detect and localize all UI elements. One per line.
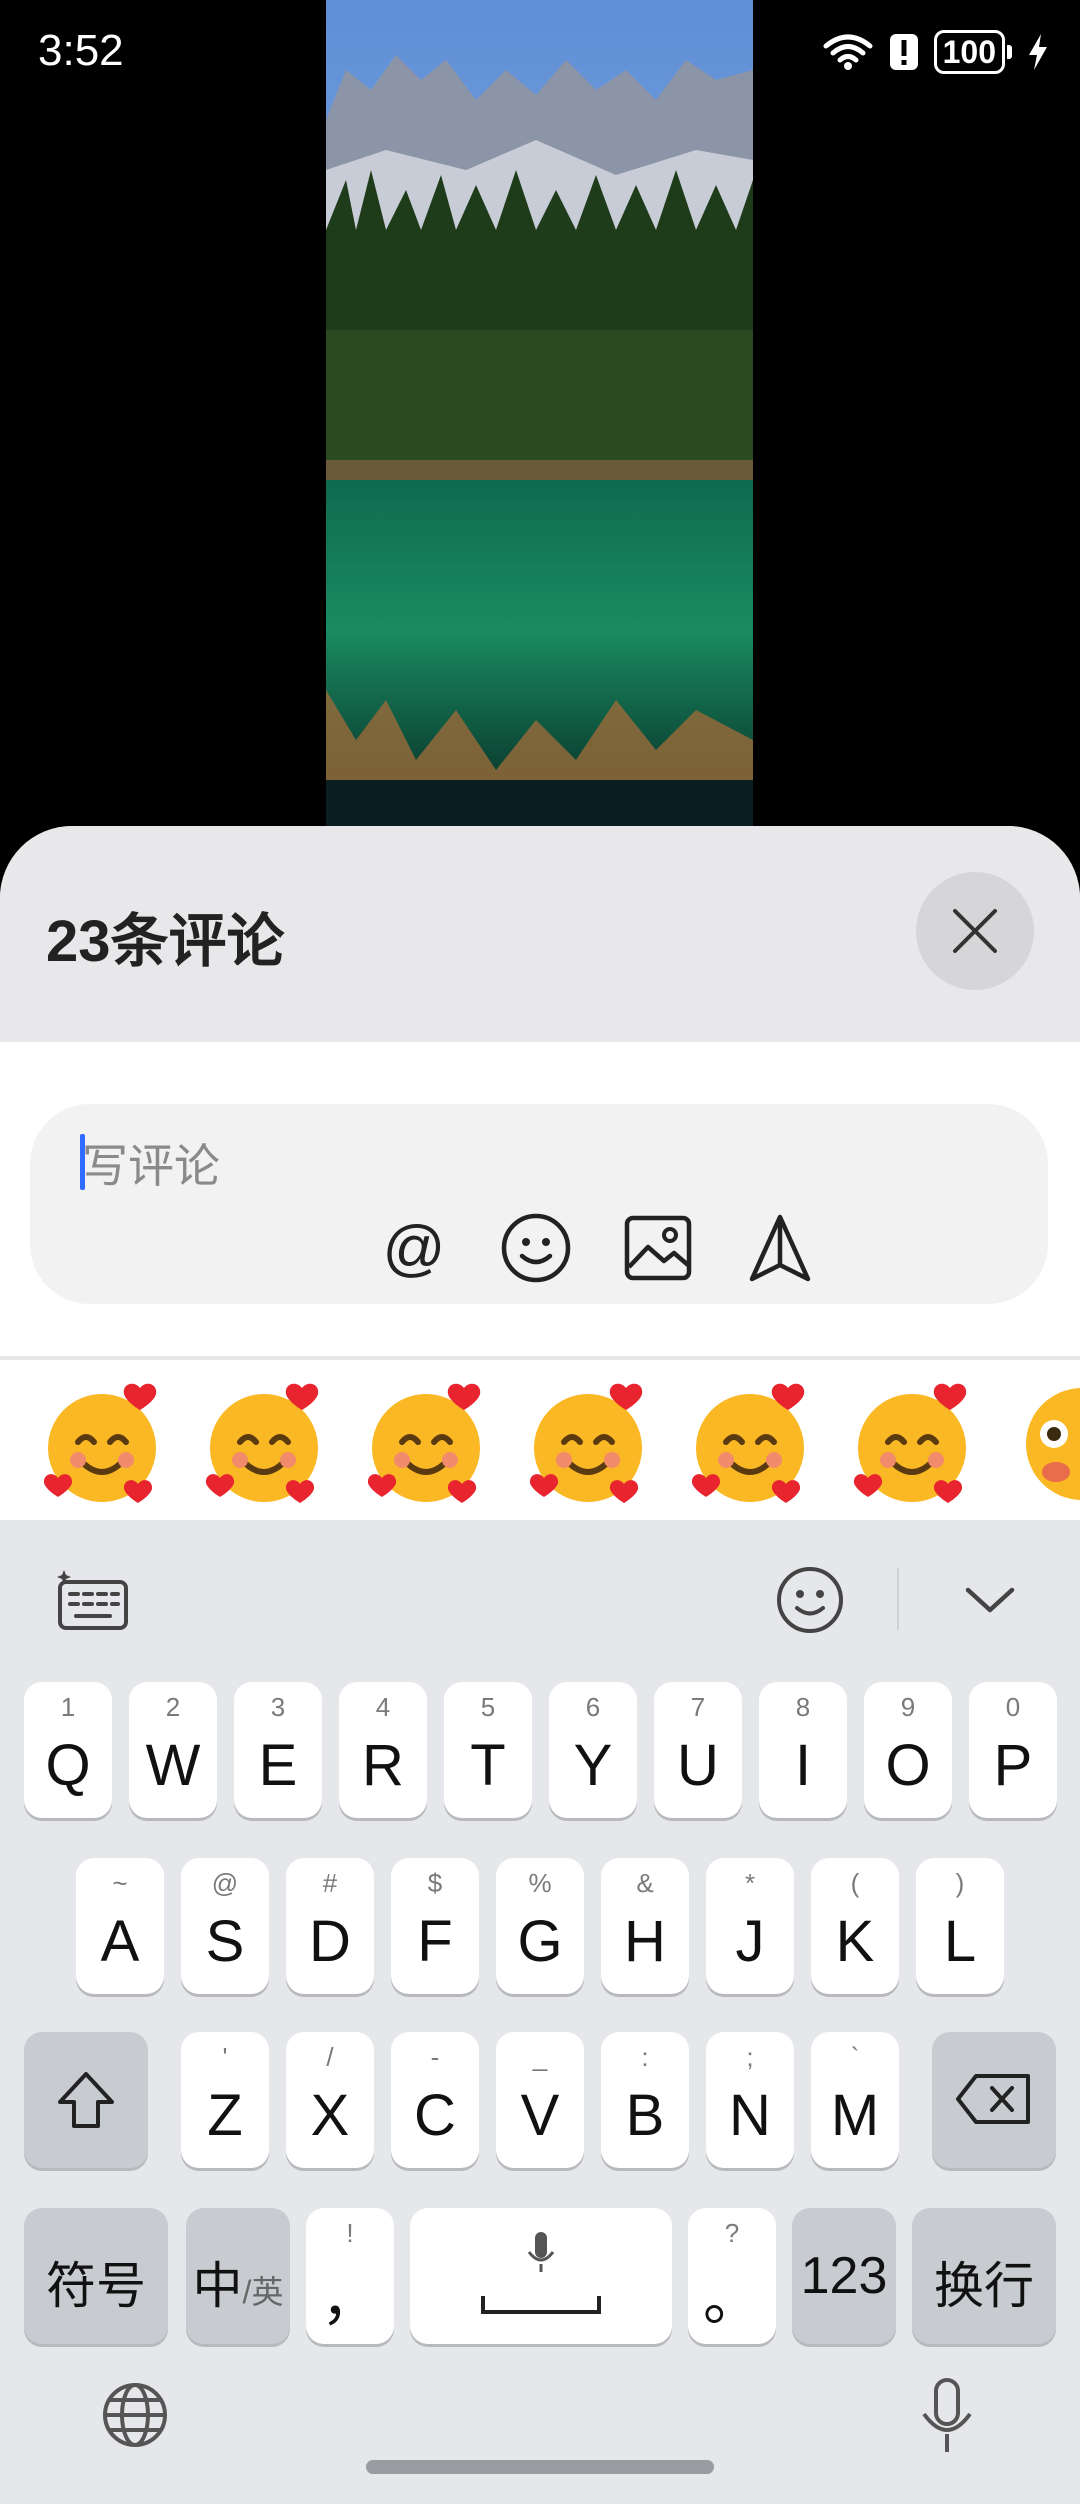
key-z[interactable]: ' Z: [181, 2032, 269, 2168]
key-g[interactable]: % G: [496, 1858, 584, 1994]
space-bar-icon: [481, 2296, 601, 2314]
key-f[interactable]: $ F: [391, 1858, 479, 1994]
key-w[interactable]: 2W: [129, 1682, 217, 1818]
alert-icon: [889, 34, 918, 70]
key-a[interactable]: ~ A: [76, 1858, 164, 1994]
key-i[interactable]: 8I: [759, 1682, 847, 1818]
at-icon: @: [382, 1213, 446, 1283]
key-d[interactable]: # D: [286, 1858, 374, 1994]
emoji-button[interactable]: [496, 1208, 576, 1288]
symbols-key[interactable]: 符号: [24, 2208, 168, 2344]
key-o[interactable]: 9O: [864, 1682, 952, 1818]
globe-icon[interactable]: [100, 2380, 170, 2450]
key-n[interactable]: ; N: [706, 2032, 794, 2168]
backspace-key[interactable]: [932, 2032, 1056, 2168]
status-icons: 100: [822, 30, 1050, 74]
sheet-header: 23条评论: [0, 826, 1080, 1042]
battery-icon: 100: [933, 30, 1012, 74]
period-key[interactable]: ? 。: [688, 2208, 776, 2344]
status-time: 3:52: [38, 26, 124, 75]
emoji-item[interactable]: [526, 1380, 656, 1510]
key-x[interactable]: / X: [286, 2032, 374, 2168]
key-s[interactable]: @ S: [181, 1858, 269, 1994]
emoji-item-partial[interactable]: [1016, 1380, 1080, 1510]
key-v[interactable]: _ V: [496, 2032, 584, 2168]
microphone-icon: [527, 2232, 555, 2272]
charging-icon: [1029, 34, 1047, 70]
status-bar: 3:52 100: [0, 0, 1080, 110]
shift-key[interactable]: [24, 2032, 148, 2168]
close-icon: [953, 909, 997, 953]
shift-icon: [58, 2072, 114, 2128]
close-button[interactable]: [916, 872, 1034, 990]
wifi-icon: [823, 34, 873, 70]
emoji-item[interactable]: [364, 1380, 494, 1510]
language-switch-key[interactable]: 中/英: [186, 2208, 290, 2344]
mention-button[interactable]: @: [374, 1208, 454, 1288]
numbers-key[interactable]: 123: [792, 2208, 896, 2344]
text-caret: [80, 1134, 85, 1190]
battery-level: 100: [933, 30, 1005, 74]
key-j[interactable]: * J: [706, 1858, 794, 1994]
emoji-item[interactable]: [202, 1380, 332, 1510]
key-h[interactable]: & H: [601, 1858, 689, 1994]
comment-compose-area: 写评论 @: [0, 1042, 1080, 1356]
comment-input-box[interactable]: 写评论 @: [30, 1104, 1048, 1304]
key-r[interactable]: 4R: [339, 1682, 427, 1818]
image-button[interactable]: [618, 1208, 698, 1288]
emoji-icon: [501, 1213, 571, 1283]
key-e[interactable]: 3E: [234, 1682, 322, 1818]
key-y[interactable]: 6Y: [549, 1682, 637, 1818]
enter-key[interactable]: 换行: [912, 2208, 1056, 2344]
comment-input-placeholder[interactable]: 写评论: [82, 1130, 220, 1196]
key-u[interactable]: 7U: [654, 1682, 742, 1818]
key-b[interactable]: :B: [601, 2032, 689, 2168]
key-m[interactable]: ` M: [811, 2032, 899, 2168]
emoji-suggestion-bar: [0, 1360, 1080, 1520]
emoji-item[interactable]: [40, 1380, 170, 1510]
voice-input-icon[interactable]: [912, 2376, 982, 2456]
key-q[interactable]: 1Q: [24, 1682, 112, 1818]
send-button[interactable]: [740, 1208, 820, 1288]
video-frame-image[interactable]: [326, 0, 753, 850]
comma-key[interactable]: ! ，: [306, 2208, 394, 2344]
key-p[interactable]: 0P: [969, 1682, 1057, 1818]
space-key[interactable]: [410, 2208, 672, 2344]
key-t[interactable]: 5T: [444, 1682, 532, 1818]
emoji-item[interactable]: [688, 1380, 818, 1510]
home-indicator[interactable]: [366, 2460, 714, 2474]
comment-count-title: 23条评论: [46, 909, 285, 974]
send-icon: [749, 1214, 811, 1282]
emoji-item[interactable]: [850, 1380, 980, 1510]
key-l[interactable]: ) L: [916, 1858, 1004, 1994]
image-icon: [624, 1215, 692, 1281]
backspace-icon: [956, 2074, 1030, 2124]
key-k[interactable]: (K: [811, 1858, 899, 1994]
key-c[interactable]: -C: [391, 2032, 479, 2168]
